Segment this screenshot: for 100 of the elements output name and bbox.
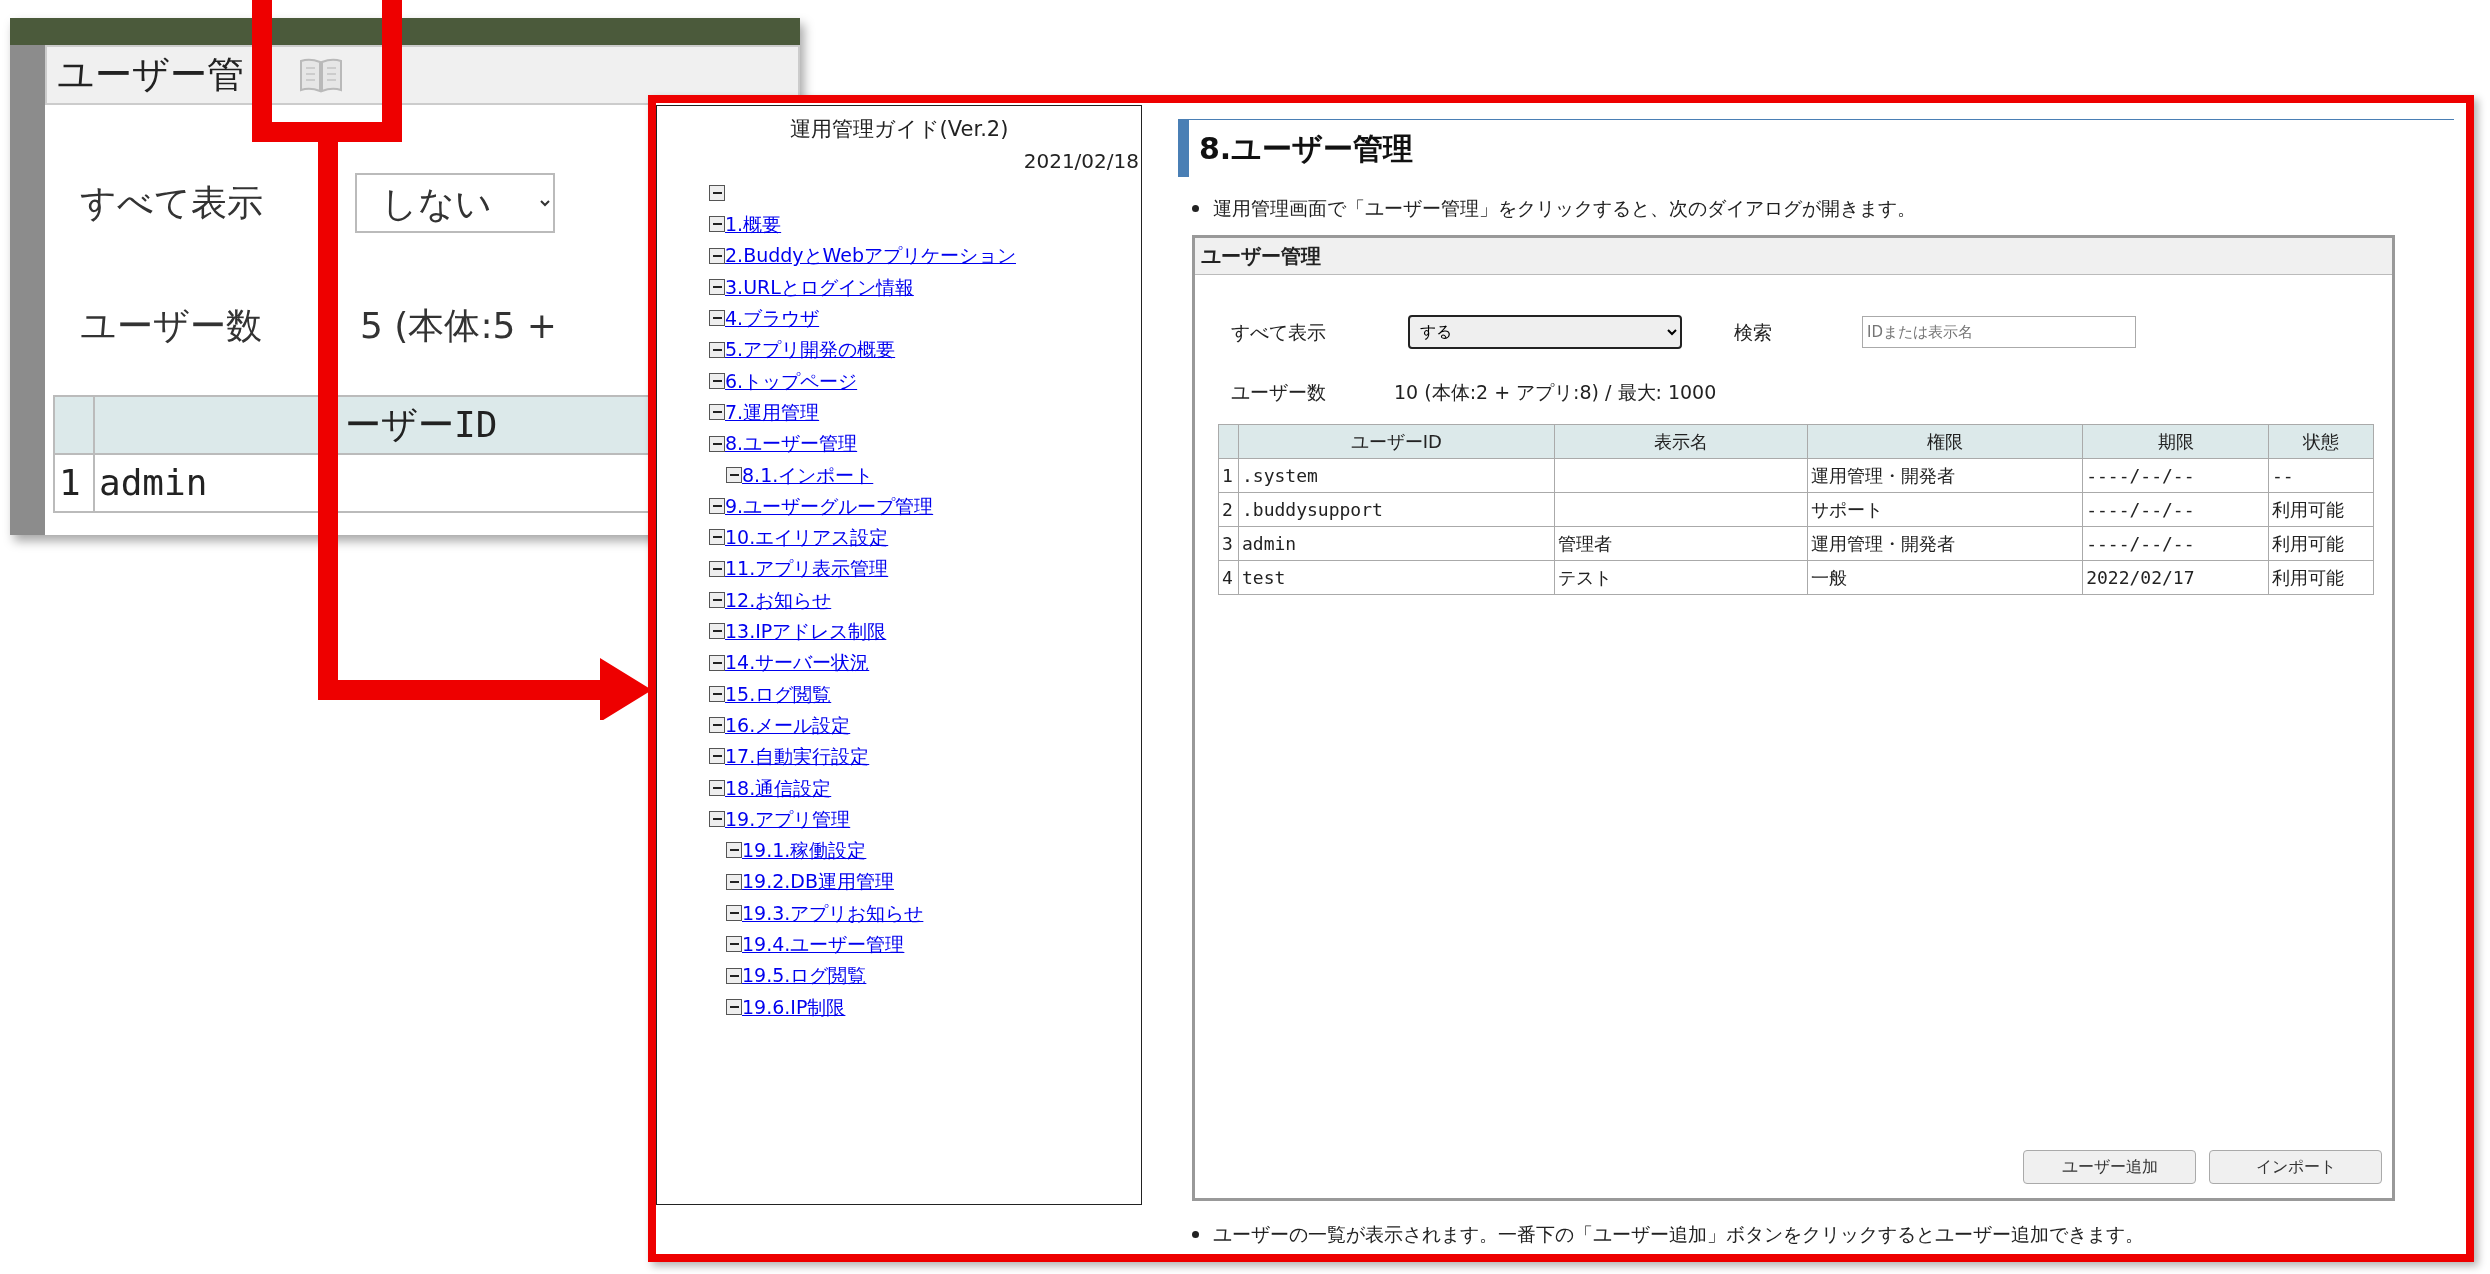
toc-link[interactable]: 6.トップページ bbox=[725, 366, 858, 396]
guide-date: 2021/02/18 bbox=[1022, 147, 1139, 175]
table-cell: 利用可能 bbox=[2268, 560, 2374, 595]
table-cell: サポート bbox=[1807, 492, 2083, 527]
table-cell: 管理者 bbox=[1554, 526, 1808, 561]
collapse-icon[interactable] bbox=[709, 404, 725, 421]
toc-link[interactable]: 11.アプリ表示管理 bbox=[725, 554, 889, 583]
bullet-icon bbox=[1192, 1231, 1199, 1239]
table-cell: ----/--/-- bbox=[2082, 458, 2269, 493]
collapse-icon[interactable] bbox=[709, 279, 725, 296]
table-cell: 運用管理・開発者 bbox=[1807, 526, 2083, 561]
table-cell: .system bbox=[1238, 458, 1555, 493]
collapse-icon[interactable] bbox=[726, 466, 742, 483]
user-count-value: 5 (本体:5 + bbox=[360, 304, 558, 348]
collapse-icon[interactable] bbox=[709, 216, 725, 233]
column-header: 権限 bbox=[1807, 424, 2083, 459]
collapse-icon[interactable] bbox=[709, 811, 725, 828]
column-header: 状態 bbox=[2268, 424, 2374, 459]
collapse-icon[interactable] bbox=[726, 873, 742, 890]
table-cell: .buddysupport bbox=[1238, 492, 1555, 527]
collapse-icon[interactable] bbox=[709, 529, 725, 546]
show-all-label: すべて表示 bbox=[1231, 319, 1327, 345]
collapse-icon[interactable] bbox=[709, 623, 725, 640]
intro-text: 運用管理画面で「ユーザー管理」をクリックすると、次のダイアログが開きます。 bbox=[1213, 197, 1916, 221]
toc-link[interactable]: 8.ユーザー管理 bbox=[725, 429, 858, 458]
toc-link[interactable]: 19.2.DB運用管理 bbox=[742, 867, 894, 896]
column-header: 表示名 bbox=[1554, 424, 1808, 459]
show-all-select[interactable]: しない bbox=[355, 173, 555, 233]
collapse-icon[interactable] bbox=[709, 498, 725, 515]
dialog-button[interactable]: インポート bbox=[2209, 1149, 2382, 1184]
toc-link[interactable]: 19.アプリ管理 bbox=[725, 804, 851, 834]
row-number: 2 bbox=[1218, 492, 1239, 527]
toc-link[interactable]: 16.メール設定 bbox=[725, 710, 851, 740]
toc-link[interactable]: 19.4.ユーザー管理 bbox=[742, 930, 905, 959]
table-cell: ----/--/-- bbox=[2082, 492, 2269, 527]
collapse-icon[interactable] bbox=[709, 560, 725, 577]
collapse-icon[interactable] bbox=[709, 310, 725, 327]
table-cell: 利用可能 bbox=[2268, 526, 2374, 561]
dialog-title: ユーザー管 bbox=[57, 52, 244, 99]
show-all-select[interactable]: する bbox=[1408, 314, 1682, 349]
bullet-icon bbox=[1192, 205, 1199, 213]
show-all-label: すべて表示 bbox=[80, 181, 263, 225]
collapse-icon[interactable] bbox=[709, 654, 725, 671]
toc-link[interactable]: 2.BuddyとWebアプリケーション bbox=[725, 241, 1016, 270]
table-cell: ----/--/-- bbox=[2082, 526, 2269, 561]
toc-link[interactable]: 1.概要 bbox=[725, 210, 782, 239]
toc-link[interactable]: 19.1.稼働設定 bbox=[742, 836, 867, 865]
collapse-icon[interactable] bbox=[726, 936, 742, 953]
toc-link[interactable]: 19.5.ログ閲覧 bbox=[742, 961, 867, 990]
collapse-icon[interactable] bbox=[709, 779, 725, 796]
user-count-value: 10 (本体:2 + アプリ:8) / 最大: 1000 bbox=[1394, 379, 1717, 405]
toc-link[interactable]: 13.IPアドレス制限 bbox=[725, 617, 887, 646]
table-cell: 一般 bbox=[1807, 560, 2083, 595]
collapse-icon[interactable] bbox=[709, 185, 725, 202]
table-cell: 利用可能 bbox=[2268, 492, 2374, 527]
collapse-icon[interactable] bbox=[709, 435, 725, 452]
collapse-icon[interactable] bbox=[726, 904, 742, 921]
collapse-icon[interactable] bbox=[726, 842, 742, 859]
column-header: ユーザーID bbox=[1238, 424, 1555, 459]
toc-link[interactable]: 3.URLとログイン情報 bbox=[725, 272, 914, 302]
dialog-title: ユーザー管理 bbox=[1195, 237, 2392, 275]
book-icon bbox=[298, 56, 344, 94]
section-heading: 8.ユーザー管理 bbox=[1178, 119, 2454, 177]
toc-link[interactable]: 8.1.インポート bbox=[742, 460, 874, 490]
collapse-icon[interactable] bbox=[709, 748, 725, 765]
toc-link[interactable]: 12.お知らせ bbox=[725, 585, 832, 615]
toc-link[interactable]: 14.サーバー状況 bbox=[725, 648, 870, 677]
toc-link[interactable]: 17.自動実行設定 bbox=[725, 742, 870, 771]
collapse-icon[interactable] bbox=[709, 372, 725, 389]
column-header: 期限 bbox=[2082, 424, 2269, 459]
toc-link[interactable]: 4.ブラウザ bbox=[725, 304, 820, 333]
toc-link[interactable]: 18.通信設定 bbox=[725, 773, 832, 803]
toc-link[interactable]: 9.ユーザーグループ管理 bbox=[725, 491, 934, 521]
row-number: 1 bbox=[54, 454, 94, 512]
note-text: ユーザーの一覧が表示されます。一番下の「ユーザー追加」ボタンをクリックするとユーザー追加できます。 bbox=[1213, 1222, 2144, 1247]
toc-link[interactable]: 10.エイリアス設定 bbox=[725, 523, 889, 552]
toc-link[interactable]: 5.アプリ開発の概要 bbox=[725, 335, 896, 364]
user-count-label: ユーザー数 bbox=[1231, 379, 1326, 405]
toc-link[interactable]: 19.3.アプリお知らせ bbox=[742, 898, 924, 928]
guide-title: 運用管理ガイド(Ver.2) bbox=[788, 116, 1010, 143]
user-count-label: ユーザー数 bbox=[80, 304, 262, 348]
collapse-icon[interactable] bbox=[726, 998, 742, 1015]
toc-link[interactable]: 7.運用管理 bbox=[725, 397, 820, 427]
toc-link[interactable]: 19.6.IP制限 bbox=[742, 992, 846, 1022]
toc-link[interactable]: 15.ログ閲覧 bbox=[725, 679, 832, 709]
table-cell: テスト bbox=[1554, 560, 1808, 595]
table-cell: 2022/02/17 bbox=[2082, 560, 2269, 595]
table-cell: test bbox=[1238, 560, 1555, 595]
table-cell: admin bbox=[1238, 526, 1555, 561]
table-cell: -- bbox=[2268, 458, 2374, 493]
row-number: 4 bbox=[1218, 560, 1239, 595]
search-label: 検索 bbox=[1734, 319, 1773, 345]
collapse-icon[interactable] bbox=[709, 341, 725, 358]
dialog-button[interactable]: ユーザー追加 bbox=[2023, 1149, 2196, 1184]
collapse-icon[interactable] bbox=[709, 247, 725, 264]
collapse-icon[interactable] bbox=[726, 967, 742, 984]
collapse-icon[interactable] bbox=[709, 592, 725, 608]
search-field[interactable]: IDまたは表示名 bbox=[1862, 315, 2136, 348]
collapse-icon[interactable] bbox=[709, 685, 725, 702]
collapse-icon[interactable] bbox=[709, 717, 725, 734]
